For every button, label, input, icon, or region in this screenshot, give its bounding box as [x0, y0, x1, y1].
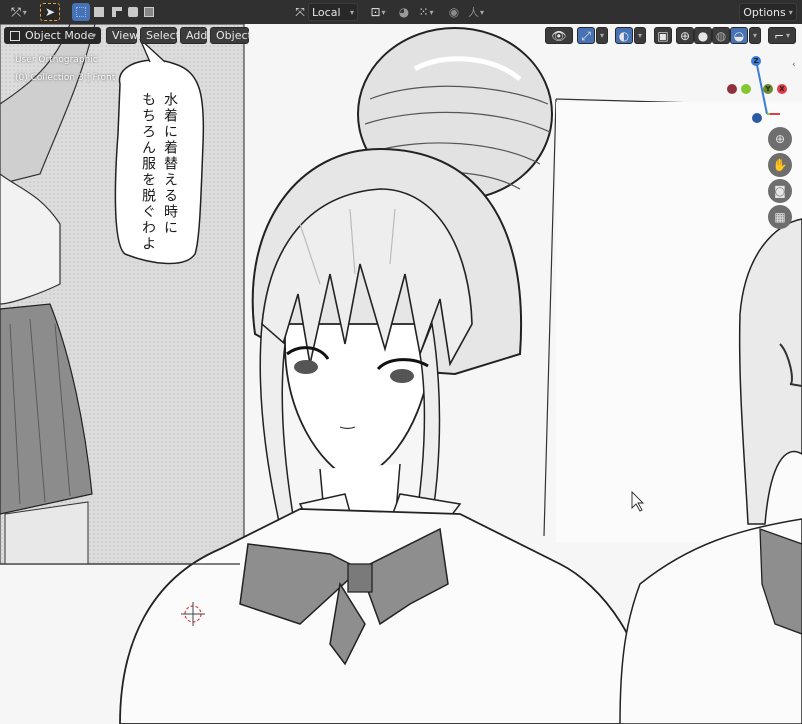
rendered-sphere-icon: ◒ [733, 28, 745, 43]
sidebar-toggle-icon[interactable]: ‹ [792, 60, 796, 70]
hand-icon: ✋ [772, 158, 788, 172]
transform-orientation-icon: ⤧ [295, 5, 305, 19]
proportional-editing-icon: ◉ [448, 5, 460, 19]
gizmo-toggle-button[interactable]: ⤢ [577, 27, 595, 44]
chevron-down-icon: ▾ [349, 7, 354, 17]
transform-orientation-select[interactable]: Local ▾ [308, 3, 358, 21]
speech-bubble-line2: もちろん服を脱ぐわよ [140, 92, 156, 252]
overlays-icon: ◐ [618, 28, 630, 43]
gizmo-icon: ⤢ [581, 28, 591, 43]
chevron-down-icon: ▾ [786, 31, 791, 40]
shading-dropdown[interactable]: ▾ [749, 27, 761, 44]
overlays-dropdown[interactable]: ▾ [634, 27, 646, 44]
toggle-perspective-button[interactable]: ▦ [768, 205, 792, 229]
select-mode-new-button[interactable] [72, 3, 90, 21]
viewport-header: Object Mode ▾ View Select Add Object 👁 ⤢… [0, 24, 802, 46]
select-subtract-icon [112, 7, 122, 17]
chevron-down-icon: ▾ [479, 7, 484, 17]
gizmo-neg-x-axis[interactable] [727, 84, 737, 94]
cursor-arrow-icon: ➤ [44, 5, 56, 19]
gizmo-dropdown[interactable]: ▾ [596, 27, 608, 44]
view-menu[interactable]: View [106, 27, 138, 44]
select-mode-intersect-button[interactable] [140, 3, 158, 21]
editor-type-button[interactable]: ⤱ ▾ [6, 3, 32, 21]
proportional-editing-button[interactable]: ◉ [446, 3, 462, 21]
pivot-point-button[interactable]: ⊡ ▾ [366, 3, 390, 21]
zoom-button[interactable]: ⊕ [768, 127, 792, 151]
transform-orientation-value: Local [312, 5, 341, 19]
pan-button[interactable]: ✋ [768, 153, 792, 177]
snap-target-button[interactable]: ⁙ ▾ [414, 3, 438, 21]
select-new-icon [76, 7, 86, 17]
object-mode-label: Object Mode [25, 29, 95, 42]
falloff-icon: 人 [467, 6, 479, 19]
camera-icon: ◙ [774, 184, 786, 198]
speech-bubble-line1: 水着に着替える時に [162, 92, 178, 236]
select-mode-extend-button[interactable] [90, 3, 108, 21]
shading-solid-button[interactable]: ● [694, 27, 712, 44]
curve-icon: ⌐ [773, 28, 785, 43]
visibility-dropdown[interactable]: 👁 [545, 27, 573, 44]
select-tool-button[interactable]: ➤ [40, 3, 60, 21]
reference-image-plane [0, 24, 802, 724]
chevron-down-icon: ▾ [22, 7, 27, 17]
solid-sphere-icon: ● [697, 28, 709, 43]
3d-viewport[interactable]: 水着に着替える時に もちろん服を脱ぐわよ Object Mode ▾ View … [0, 24, 802, 724]
gizmo-neg-z-axis[interactable] [752, 113, 762, 123]
gizmo-z-axis[interactable]: Z [751, 56, 761, 66]
shading-material-button[interactable]: ◍ [712, 27, 730, 44]
options-label: Options [743, 5, 786, 19]
snap-increment-icon: ⁙ [418, 5, 429, 19]
shading-rendered-button[interactable]: ◒ [730, 27, 748, 44]
overlays-toggle-button[interactable]: ◐ [615, 27, 633, 44]
snap-toggle-button[interactable]: ◕ [396, 3, 412, 21]
select-menu[interactable]: Select [140, 27, 180, 44]
object-menu[interactable]: Object [210, 27, 252, 44]
xray-icon: ▣ [657, 28, 669, 43]
chevron-down-icon: ▾ [599, 31, 604, 40]
chevron-down-icon: ▾ [91, 31, 96, 40]
wireframe-sphere-icon: ⊕ [679, 28, 691, 43]
select-extend-icon [94, 7, 104, 17]
tool-header: ⤱ ▾ ➤ ⤧ Local ▾ ⊡ ▾ ◕ ⁙ ▾ ◉ 人 ▾ Options … [0, 0, 802, 25]
collection-info-text: (0) Collection 3 | Front [15, 73, 116, 83]
xray-toggle-button[interactable]: ▣ [654, 27, 672, 44]
editor-options-dropdown[interactable]: ⌐ ▾ [768, 27, 796, 44]
chevron-down-icon: ▾ [637, 31, 642, 40]
chevron-down-icon: ▾ [752, 31, 757, 40]
camera-view-button[interactable]: ◙ [768, 179, 792, 203]
select-intersect-icon [144, 7, 154, 17]
proportional-falloff-button[interactable]: 人 ▾ [464, 3, 488, 21]
add-menu[interactable]: Add [180, 27, 207, 44]
gizmo-y-axis[interactable] [741, 84, 751, 94]
magnet-icon: ◕ [398, 5, 410, 19]
select-invert-icon [128, 7, 138, 17]
chevron-down-icon: ▾ [429, 7, 434, 17]
gizmo-x-axis[interactable]: X [777, 84, 787, 94]
shading-wireframe-button[interactable]: ⊕ [676, 27, 694, 44]
transform-orientation-icon-button[interactable]: ⤧ [291, 3, 309, 21]
pivot-point-icon: ⊡ [370, 5, 381, 19]
object-mode-select[interactable]: Object Mode ▾ [4, 27, 101, 44]
view-name-text: User Orthographic [15, 55, 98, 65]
chevron-down-icon: ▾ [381, 7, 386, 17]
chevron-down-icon: ▾ [788, 7, 793, 17]
orientation-axes-icon: ⤱ [11, 5, 21, 19]
options-dropdown[interactable]: Options ▾ [739, 3, 797, 21]
material-sphere-icon: ◍ [715, 28, 727, 43]
object-mode-icon [10, 30, 20, 41]
grid-icon: ▦ [774, 210, 786, 224]
eye-icon: 👁 [551, 28, 567, 43]
zoom-icon: ⊕ [774, 132, 786, 146]
gizmo-neg-y-axis[interactable]: Y [763, 84, 773, 94]
